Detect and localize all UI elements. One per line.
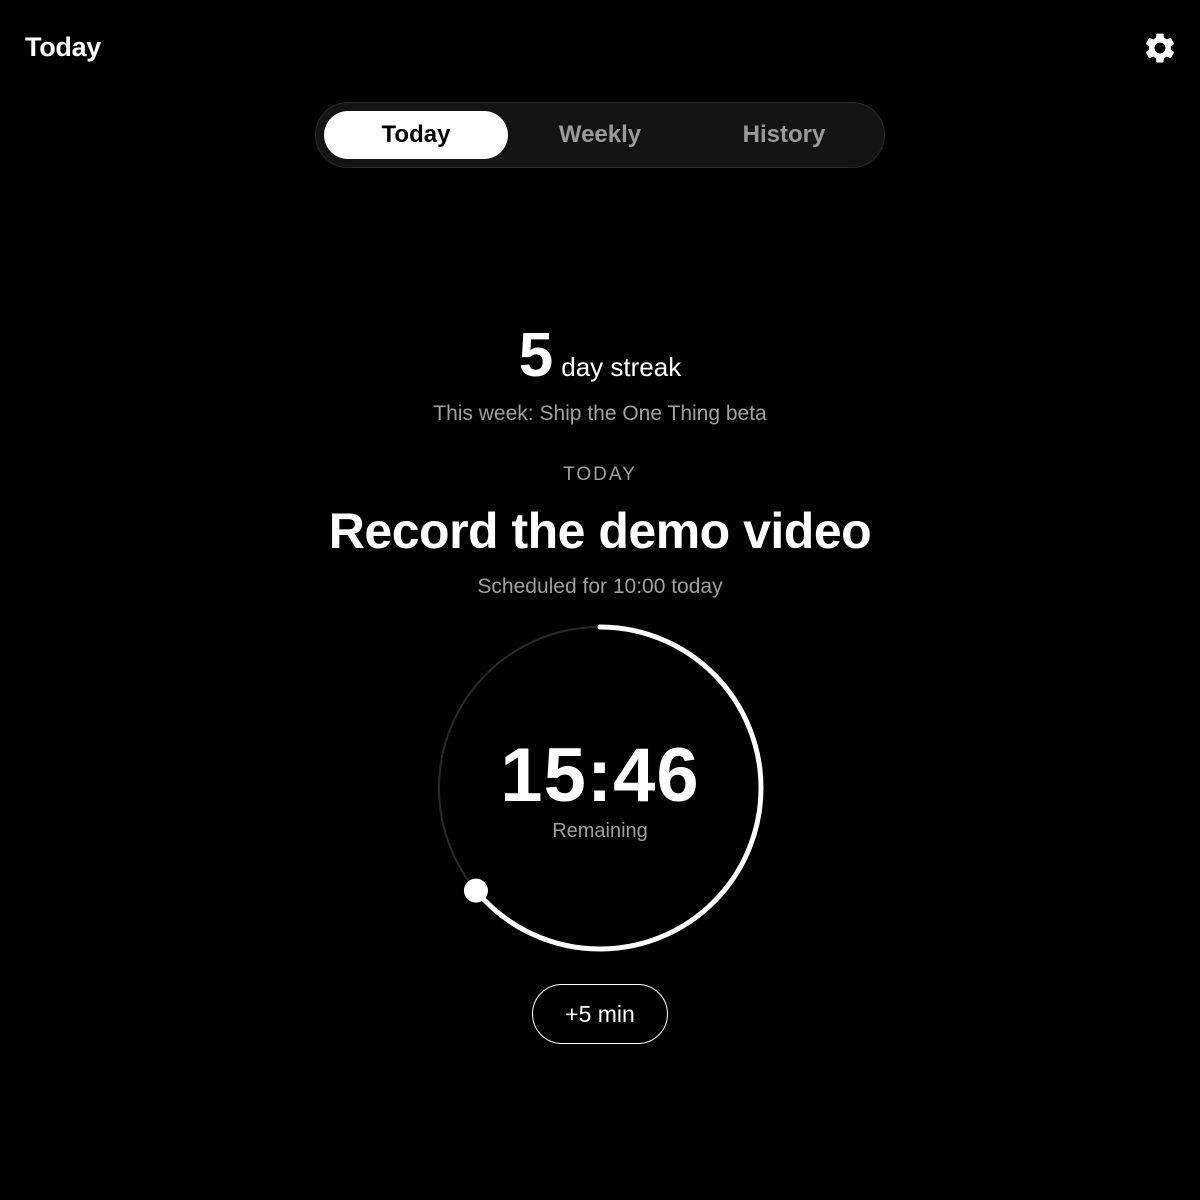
page-title: Today (25, 32, 102, 62)
app-root: Today Today Weekly History 5 day streak … (0, 0, 1200, 1200)
tab-today[interactable]: Today (324, 111, 508, 159)
gear-icon (1145, 33, 1175, 63)
timer-time: 15:46 (500, 732, 700, 818)
settings-button[interactable] (1140, 28, 1180, 68)
task-schedule: Scheduled for 10:00 today (477, 575, 723, 598)
tab-weekly[interactable]: Weekly (508, 111, 692, 159)
view-tabs: Today Weekly History (315, 102, 885, 168)
streak-count: 5 (518, 321, 554, 390)
streak-label: day streak (561, 352, 682, 382)
timer-display: 15:46 Remaining (430, 618, 770, 958)
task-title: Record the demo video (328, 503, 872, 559)
add-five-minutes-button[interactable]: +5 min (532, 984, 668, 1044)
weekly-goal: This week: Ship the One Thing beta (433, 402, 767, 425)
section-label-today: TODAY (563, 464, 637, 485)
timer-label: Remaining (552, 819, 648, 842)
streak-counter: 5 day streak (0, 320, 1200, 392)
tab-history[interactable]: History (692, 111, 876, 159)
